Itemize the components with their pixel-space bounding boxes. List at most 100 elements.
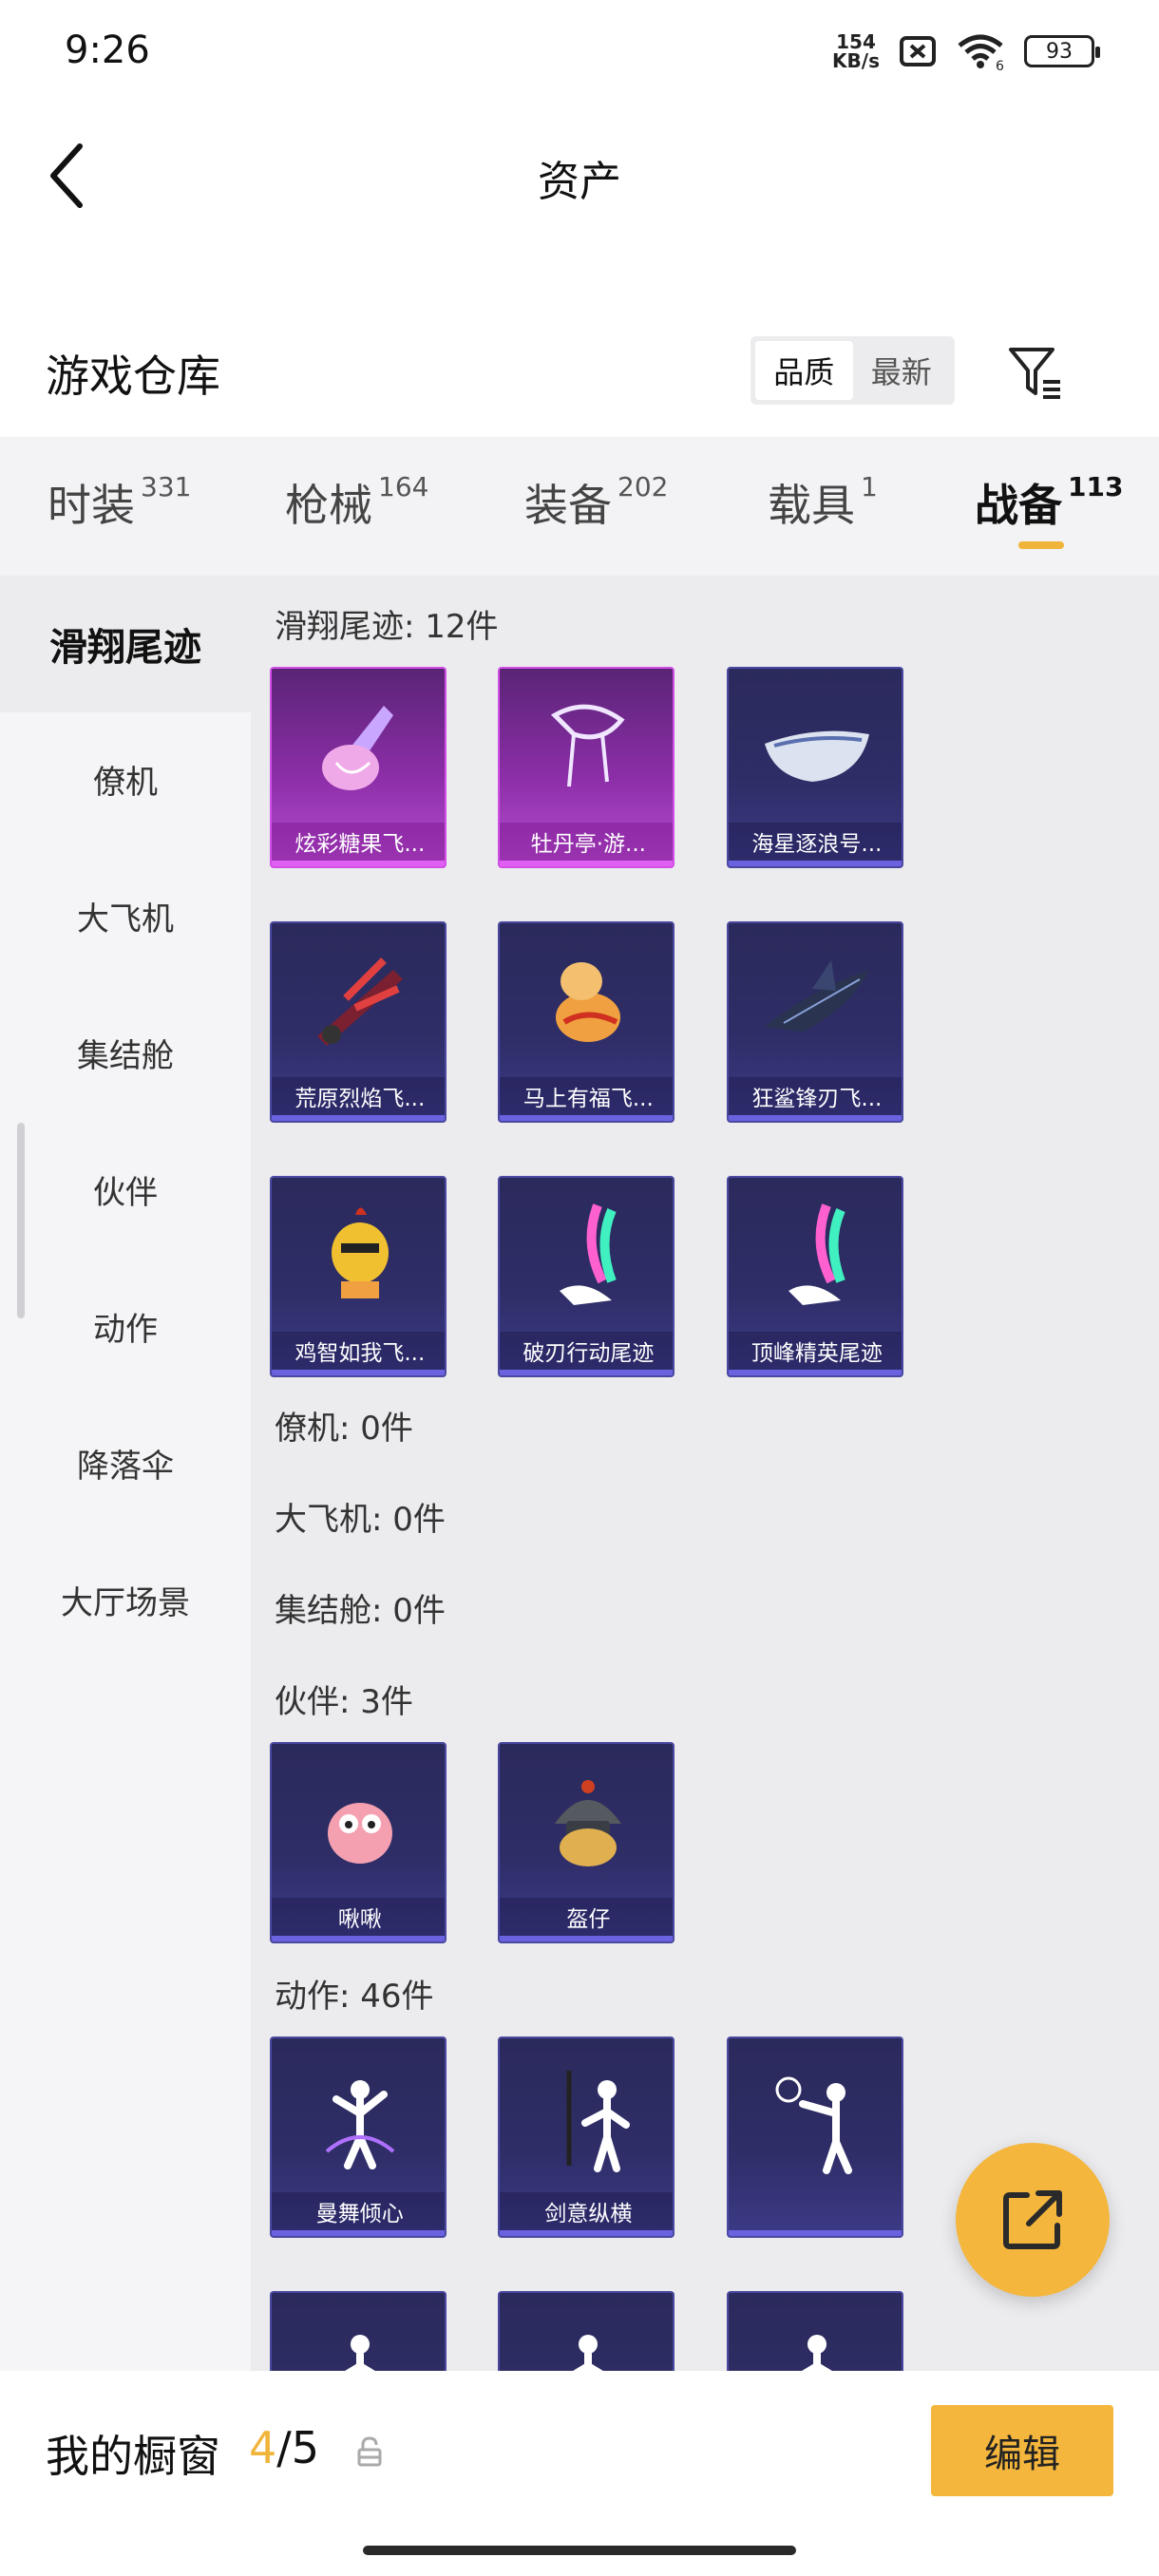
item-card[interactable]: 啾啾 (269, 1742, 446, 1943)
item-name: 荒原烈焰飞... (271, 1077, 445, 1115)
tab-battle-prep[interactable]: 战备 113 (975, 471, 1123, 534)
tab-count: 164 (378, 471, 429, 502)
dance-pose-icon (272, 2038, 445, 2198)
sidebar-item-glide-trail[interactable]: 滑翔尾迹 (0, 576, 251, 712)
item-card[interactable] (498, 2291, 675, 2371)
pose-icon (500, 2293, 673, 2371)
item-card[interactable]: 炫彩糖果飞... (269, 667, 446, 868)
item-name: 剑意纵横 (500, 2192, 674, 2230)
status-bar: 9:26 154 KB/s 6 93 (0, 0, 1159, 104)
sidebar-item-emote[interactable]: 动作 (0, 1303, 251, 1350)
wifi-badge: 6 (996, 59, 1004, 70)
wifi-icon: 6 (958, 34, 1004, 70)
chicken-glider-icon (272, 1178, 445, 1337)
shark-glider-icon (729, 923, 902, 1083)
item-card[interactable] (726, 2291, 903, 2371)
tab-count: 113 (1068, 471, 1124, 502)
tab-label: 枪械 (285, 480, 372, 531)
status-icons: 154 KB/s 6 93 (832, 28, 1100, 74)
tab-count: 1 (861, 471, 878, 502)
sidebar-scrollbar[interactable] (17, 1123, 25, 1318)
tab-equipment[interactable]: 装备 202 (524, 471, 668, 534)
battery-level: 93 (1046, 39, 1073, 64)
item-name: 啾啾 (271, 1898, 445, 1936)
section-title-capsule: 集结舱: 0件 (275, 1592, 446, 1630)
subcategory-sidebar: 滑翔尾迹 僚机 大飞机 集结舱 伙伴 动作 降落伞 大厅场景 (0, 576, 251, 2371)
filter-icon[interactable] (1005, 342, 1066, 403)
sidebar-item-capsule[interactable]: 集结舱 (0, 1030, 251, 1076)
item-card[interactable]: 顶峰精英尾迹 (726, 1176, 903, 1377)
pose-icon (729, 2293, 902, 2371)
boat-glider-icon (729, 669, 902, 828)
item-card[interactable]: 牡丹亭·游... (498, 667, 675, 868)
item-card[interactable]: 破刃行动尾迹 (498, 1176, 675, 1377)
item-card[interactable] (726, 2036, 903, 2238)
item-card[interactable] (269, 2291, 446, 2371)
showcase-label: 我的橱窗 (46, 2431, 220, 2482)
item-name: 马上有福飞... (500, 1077, 674, 1115)
tab-count: 202 (618, 471, 669, 502)
candy-glider-icon (272, 669, 445, 828)
item-card[interactable]: 盔仔 (498, 1742, 675, 1943)
showcase-bar: 我的橱窗 4/5 编辑 (0, 2371, 1159, 2576)
share-icon (1003, 2190, 1062, 2249)
item-card[interactable]: 鸡智如我飞... (269, 1176, 446, 1377)
item-name: 破刃行动尾迹 (500, 1332, 674, 1370)
helmet-chick-icon (500, 1744, 673, 1904)
share-button[interactable] (956, 2143, 1110, 2297)
pink-bird-icon (272, 1744, 445, 1904)
tab-label: 时装 (48, 480, 135, 531)
edit-button[interactable]: 编辑 (931, 2405, 1113, 2496)
showcase-total: 5 (291, 2422, 320, 2473)
warehouse-header: 游戏仓库 品质 最新 (0, 313, 1159, 427)
no-sim-icon (900, 36, 936, 66)
section-title-glide: 滑翔尾迹: 12件 (275, 608, 499, 646)
home-indicator[interactable] (363, 2546, 796, 2555)
sidebar-item-wingman[interactable]: 僚机 (0, 756, 251, 803)
item-name: 曼舞倾心 (271, 2192, 445, 2230)
net-speed-value: 154 (836, 30, 876, 53)
showcase-current: 4 (249, 2422, 277, 2473)
item-card[interactable]: 剑意纵横 (498, 2036, 675, 2238)
item-name: 盔仔 (500, 1898, 674, 1936)
sort-by-quality[interactable]: 品质 (755, 341, 853, 400)
sort-toggle: 品质 最新 (750, 336, 955, 405)
tab-fashion[interactable]: 时装 331 (48, 471, 191, 534)
item-name: 顶峰精英尾迹 (728, 1332, 902, 1370)
tab-label: 载具 (768, 480, 855, 531)
battery-indicator: 93 (1024, 35, 1100, 67)
item-card[interactable]: 荒原烈焰飞... (269, 921, 446, 1123)
active-tab-indicator (1018, 541, 1064, 549)
smoke-trail-icon (500, 1178, 673, 1337)
item-name: 鸡智如我飞... (271, 1332, 445, 1370)
item-name: 海星逐浪号... (728, 823, 902, 861)
sidebar-item-lobby-scene[interactable]: 大厅场景 (0, 1577, 251, 1623)
item-card[interactable]: 马上有福飞... (498, 921, 675, 1123)
tab-vehicles[interactable]: 载具 1 (768, 471, 878, 534)
section-title-plane: 大飞机: 0件 (275, 1501, 446, 1539)
lock-icon (357, 2436, 382, 2467)
peony-glider-icon (500, 669, 673, 828)
net-speed-unit: KB/s (832, 49, 880, 72)
status-time: 9:26 (65, 28, 150, 72)
sort-by-newest[interactable]: 最新 (853, 341, 951, 400)
item-card[interactable]: 狂鲨锋刃飞... (726, 921, 903, 1123)
showcase-separator: / (276, 2422, 292, 2473)
warehouse-title: 游戏仓库 (46, 350, 220, 402)
tab-guns[interactable]: 枪械 164 (285, 471, 428, 534)
smoke-trail-icon (729, 1178, 902, 1337)
sidebar-item-parachute[interactable]: 降落伞 (0, 1440, 251, 1487)
aim-pose-icon (729, 2038, 902, 2198)
sidebar-item-plane[interactable]: 大飞机 (0, 893, 251, 939)
section-title-wingman: 僚机: 0件 (275, 1410, 413, 1448)
app-header: 资产 (0, 104, 1159, 247)
tab-count: 331 (141, 471, 192, 502)
sword-pose-icon (500, 2038, 673, 2198)
network-speed: 154 KB/s (832, 32, 880, 70)
tab-label: 装备 (524, 480, 612, 531)
showcase-count: 4/5 (249, 2422, 319, 2473)
item-card[interactable]: 曼舞倾心 (269, 2036, 446, 2238)
item-name: 炫彩糖果飞... (271, 823, 445, 861)
sidebar-item-partner[interactable]: 伙伴 (0, 1166, 251, 1213)
item-card[interactable]: 海星逐浪号... (726, 667, 903, 868)
